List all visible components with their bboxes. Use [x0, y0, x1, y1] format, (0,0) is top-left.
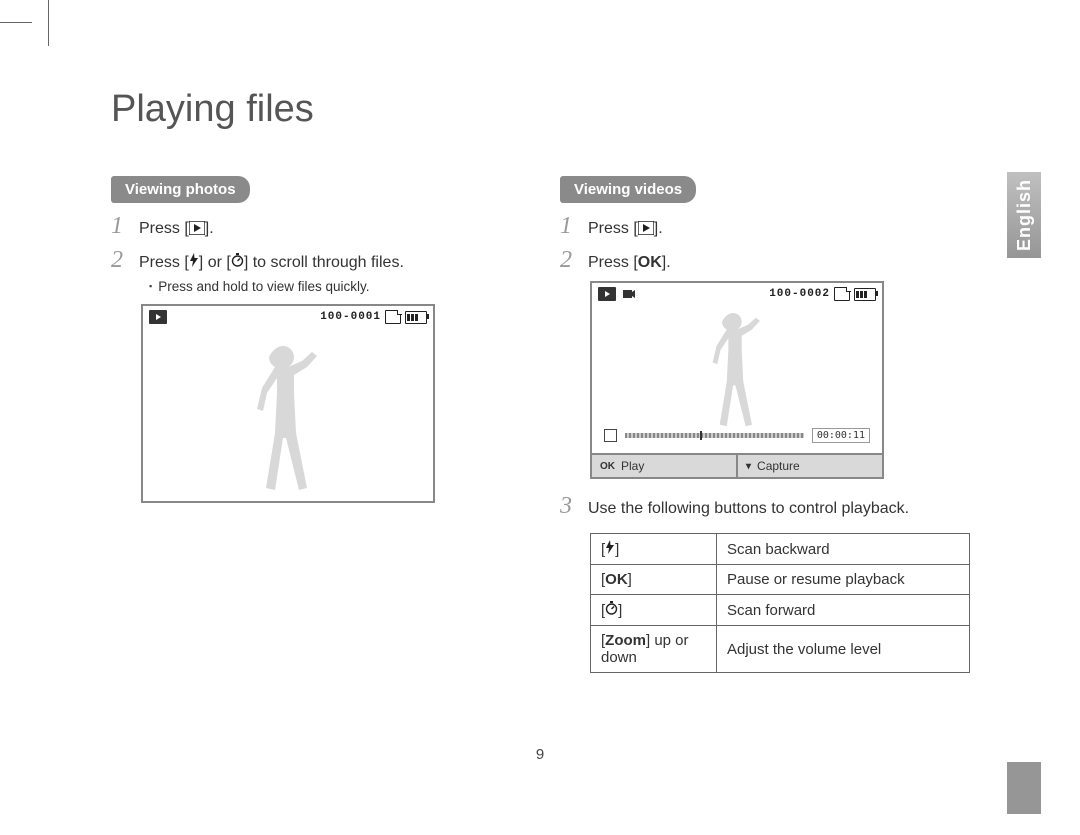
playback-icon — [638, 219, 654, 243]
sdcard-icon — [385, 310, 401, 324]
battery-icon — [854, 288, 876, 301]
stop-icon — [604, 429, 617, 442]
footer-capture-label: Capture — [757, 459, 800, 473]
playback-mode-icon — [149, 310, 167, 324]
step-3: 3 Use the following buttons to control p… — [560, 493, 980, 521]
file-counter: 100-0002 — [769, 288, 830, 300]
table-row: [Zoom] up or down Adjust the volume leve… — [591, 626, 970, 673]
ok-icon: OK — [600, 461, 615, 472]
step-1: 1 Press []. — [111, 213, 531, 243]
timer-icon — [231, 251, 244, 275]
screen-topbar: 100-0002 — [592, 283, 882, 305]
language-tab: English — [1007, 172, 1041, 258]
section-viewing-videos: Viewing videos 1 Press []. 2 Press [OK]. — [560, 176, 980, 673]
ok-icon: OK — [638, 251, 662, 275]
playback-mode-icon — [598, 287, 616, 301]
page-title: Playing files — [111, 88, 314, 131]
photo-screen-illustration: 100-0001 — [141, 304, 435, 503]
file-counter: 100-0001 — [320, 311, 381, 323]
step-2: 2 Press [] or [] to scroll through files… — [111, 247, 531, 275]
movie-icon — [622, 287, 636, 301]
thumb-index-block — [1007, 762, 1041, 814]
sdcard-icon — [834, 287, 850, 301]
section-viewing-photos: Viewing photos 1 Press []. 2 Press [] or… — [111, 176, 531, 503]
playback-controls-table: [] Scan backward [OK] Pause or resume pl… — [590, 533, 970, 673]
step-2: 2 Press [OK]. — [560, 247, 980, 275]
battery-icon — [405, 311, 427, 324]
control-desc: Adjust the volume level — [717, 626, 970, 673]
timecode: 00:00:11 — [812, 428, 870, 443]
manual-page: English Playing files Viewing photos 1 P… — [0, 0, 1080, 835]
ok-icon: OK — [605, 571, 628, 588]
video-progress: 00:00:11 — [604, 428, 870, 443]
page-number: 9 — [536, 746, 544, 763]
step-sub: Press and hold to view files quickly. — [149, 279, 531, 294]
control-desc: Pause or resume playback — [717, 565, 970, 595]
table-row: [] Scan backward — [591, 534, 970, 565]
screen-topbar: 100-0001 — [143, 306, 433, 328]
crop-mark — [48, 0, 49, 46]
timer-icon — [605, 601, 618, 615]
down-icon: ▾ — [746, 461, 751, 472]
table-row: [OK] Pause or resume playback — [591, 565, 970, 595]
section-heading: Viewing photos — [111, 176, 250, 203]
footer-play-label: Play — [621, 459, 644, 473]
step-1: 1 Press []. — [560, 213, 980, 243]
control-desc: Scan forward — [717, 595, 970, 626]
video-screen-illustration: 100-0002 00:00:11 — [590, 281, 884, 479]
language-label: English — [1014, 179, 1035, 251]
flash-icon — [189, 251, 199, 275]
table-row: [] Scan forward — [591, 595, 970, 626]
progress-track — [625, 433, 804, 438]
control-desc: Scan backward — [717, 534, 970, 565]
video-footer: OK Play ▾ Capture — [592, 455, 882, 477]
playback-icon — [189, 219, 205, 243]
person-silhouette — [706, 313, 768, 431]
flash-icon — [605, 540, 615, 554]
section-heading: Viewing videos — [560, 176, 696, 203]
person-silhouette — [249, 346, 327, 496]
crop-mark — [0, 22, 32, 23]
